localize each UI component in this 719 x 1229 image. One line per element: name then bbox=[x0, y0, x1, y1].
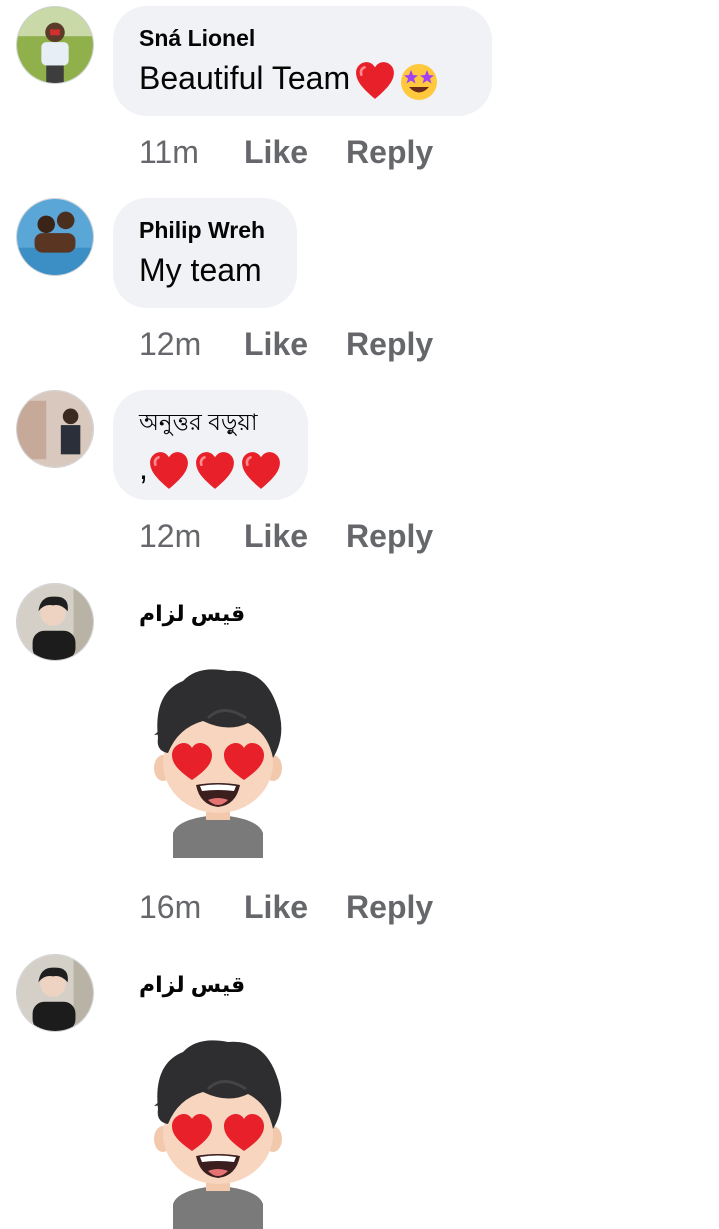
reply-button[interactable]: Reply bbox=[346, 889, 433, 926]
comment-author[interactable]: قيس لزام bbox=[139, 601, 245, 627]
comment-time[interactable]: 11m bbox=[139, 134, 244, 171]
comment-text: , bbox=[139, 446, 282, 491]
like-button[interactable]: Like bbox=[244, 326, 308, 363]
heart-eyes-avatar-sticker bbox=[148, 663, 288, 858]
comment-author[interactable]: قيس لزام bbox=[139, 972, 245, 998]
like-button[interactable]: Like bbox=[244, 889, 308, 926]
star-struck-emoji-icon bbox=[401, 63, 438, 100]
comment-author[interactable]: Philip Wreh bbox=[139, 216, 271, 244]
comment-bubble: Philip Wreh My team bbox=[113, 198, 297, 308]
comment-time[interactable]: 12m bbox=[139, 518, 244, 555]
comment-text: My team bbox=[139, 252, 262, 288]
comment-bubble: Sná Lionel Beautiful Team bbox=[113, 6, 492, 116]
red-heart-emoji-icon bbox=[194, 451, 236, 491]
comment-text: Beautiful Team bbox=[139, 56, 466, 102]
like-button[interactable]: Like bbox=[244, 134, 308, 171]
red-heart-emoji-icon bbox=[354, 61, 396, 101]
avatar[interactable] bbox=[16, 954, 94, 1032]
avatar[interactable] bbox=[16, 6, 94, 84]
like-button[interactable]: Like bbox=[244, 518, 308, 555]
comment-author[interactable]: Sná Lionel bbox=[139, 24, 466, 52]
avatar[interactable] bbox=[16, 583, 94, 661]
comment-time[interactable]: 12m bbox=[139, 326, 244, 363]
red-heart-emoji-icon bbox=[240, 451, 282, 491]
comment-bubble: অনুত্তর বড়ুয়া , bbox=[113, 390, 308, 500]
comment-actions: 11m Like Reply bbox=[139, 132, 471, 172]
comment-actions: 16m Like Reply bbox=[139, 887, 471, 927]
comment-author[interactable]: অনুত্তর বড়ুয়া bbox=[139, 408, 282, 436]
reply-button[interactable]: Reply bbox=[346, 326, 433, 363]
comment-actions: 12m Like Reply bbox=[139, 516, 471, 556]
reply-button[interactable]: Reply bbox=[346, 518, 433, 555]
red-heart-emoji-icon bbox=[148, 451, 190, 491]
comment-actions: 12m Like Reply bbox=[139, 324, 471, 364]
heart-eyes-avatar-sticker bbox=[148, 1034, 288, 1229]
reply-button[interactable]: Reply bbox=[346, 134, 433, 171]
comment-time[interactable]: 16m bbox=[139, 889, 244, 926]
avatar[interactable] bbox=[16, 390, 94, 468]
avatar[interactable] bbox=[16, 198, 94, 276]
